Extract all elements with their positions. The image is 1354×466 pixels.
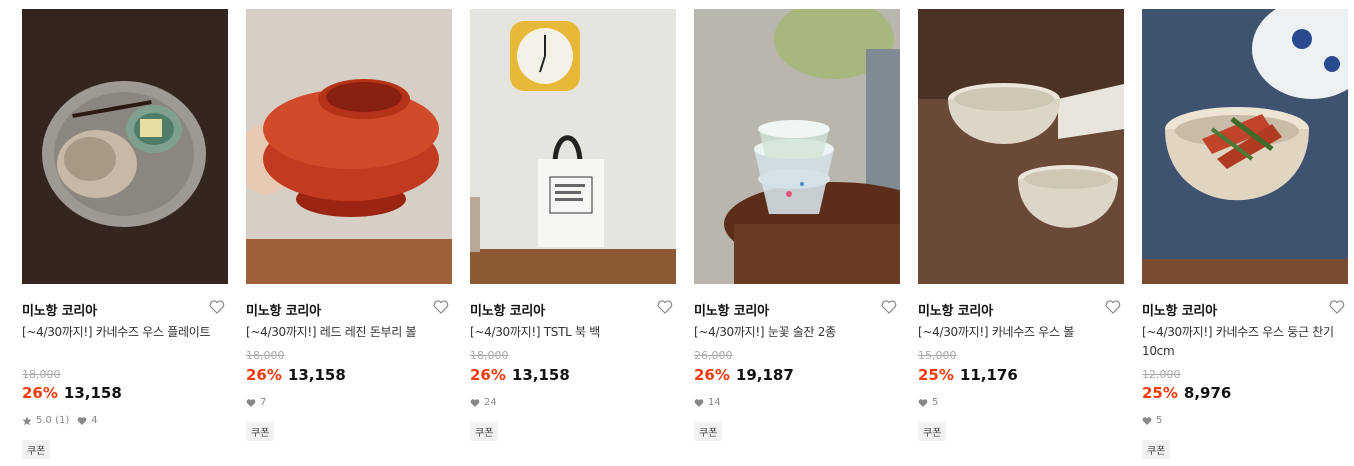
price-line: 26% 13,158: [470, 365, 570, 387]
product-card[interactable]: 미노항 코리아 [~4/30까지!] 레드 레진 돈부리 볼 18,000 26…: [246, 9, 452, 441]
sale-price: 8,976: [1183, 384, 1232, 402]
discount-rate: 26%: [470, 366, 506, 384]
like-count: 14: [708, 397, 721, 408]
heart-outline-icon[interactable]: [1328, 298, 1346, 316]
like-count: 5: [932, 397, 939, 408]
product-image[interactable]: [246, 9, 452, 284]
brand-name[interactable]: 미노항 코리아: [694, 300, 769, 319]
original-price: 26,000: [694, 349, 733, 362]
product-title[interactable]: [~4/30까지!] 카네수즈 우스 볼: [918, 323, 1124, 342]
heart-filled-icon: [1142, 416, 1152, 425]
product-title[interactable]: [~4/30까지!] 눈꽃 술잔 2종: [694, 323, 900, 342]
sale-price: 13,158: [511, 366, 570, 384]
heart-outline-icon[interactable]: [656, 298, 674, 316]
product-card[interactable]: 미노항 코리아 [~4/30까지!] 카네수즈 우스 플레이트 18,000 2…: [22, 9, 228, 459]
review-meta: 7: [246, 397, 266, 408]
like-count: 24: [484, 397, 497, 408]
heart-outline-icon[interactable]: [880, 298, 898, 316]
brand-name[interactable]: 미노항 코리아: [22, 300, 97, 319]
sale-price: 13,158: [287, 366, 346, 384]
coupon-badge: 쿠폰: [470, 422, 499, 441]
coupon-badge: 쿠폰: [694, 422, 723, 441]
review-meta: 5: [1142, 415, 1162, 426]
product-title[interactable]: [~4/30까지!] 레드 레진 돈부리 볼: [246, 323, 452, 342]
product-title[interactable]: [~4/30까지!] 카네수즈 우스 플레이트: [22, 323, 228, 342]
product-image[interactable]: [694, 9, 900, 284]
product-title[interactable]: [~4/30까지!] TSTL 북 백: [470, 323, 676, 342]
product-card[interactable]: 미노항 코리아 [~4/30까지!] 카네수즈 우스 둥근 찬기 10cm 12…: [1142, 9, 1348, 459]
product-card[interactable]: 미노항 코리아 [~4/30까지!] TSTL 북 백 18,000 26% 13…: [470, 9, 676, 441]
brand-name[interactable]: 미노항 코리아: [1142, 300, 1217, 319]
like-count: 7: [260, 397, 267, 408]
price-line: 25% 8,976: [1142, 383, 1231, 405]
heart-filled-icon: [694, 398, 704, 407]
original-price: 15,000: [918, 349, 957, 362]
product-image[interactable]: [1142, 9, 1348, 284]
product-title[interactable]: [~4/30까지!] 카네수즈 우스 둥근 찬기 10cm: [1142, 323, 1348, 361]
heart-filled-icon: [470, 398, 480, 407]
discount-rate: 25%: [918, 366, 954, 384]
price-line: 26% 19,187: [694, 365, 794, 387]
sale-price: 19,187: [735, 366, 794, 384]
coupon-badge: 쿠폰: [1142, 440, 1171, 459]
heart-filled-icon: [918, 398, 928, 407]
brand-name[interactable]: 미노항 코리아: [918, 300, 993, 319]
review-meta: 14: [694, 397, 721, 408]
discount-rate: 26%: [246, 366, 282, 384]
review-meta: 5: [918, 397, 938, 408]
brand-name[interactable]: 미노항 코리아: [470, 300, 545, 319]
product-image[interactable]: [22, 9, 228, 284]
original-price: 12,000: [1142, 368, 1181, 381]
sale-price: 11,176: [959, 366, 1018, 384]
like-count: 5: [1156, 415, 1163, 426]
price-line: 26% 13,158: [246, 365, 346, 387]
heart-outline-icon[interactable]: [208, 298, 226, 316]
rating-text: 5.0 (1): [36, 415, 70, 426]
heart-outline-icon[interactable]: [432, 298, 450, 316]
original-price: 18,000: [246, 349, 285, 362]
discount-rate: 25%: [1142, 384, 1178, 402]
original-price: 18,000: [22, 368, 61, 381]
brand-name[interactable]: 미노항 코리아: [246, 300, 321, 319]
coupon-badge: 쿠폰: [22, 440, 51, 459]
heart-filled-icon: [246, 398, 256, 407]
review-meta: 24: [470, 397, 497, 408]
coupon-badge: 쿠폰: [246, 422, 275, 441]
review-meta: 5.0 (1) 4: [22, 415, 98, 426]
price-line: 26% 13,158: [22, 383, 122, 405]
sale-price: 13,158: [63, 384, 122, 402]
heart-outline-icon[interactable]: [1104, 298, 1122, 316]
discount-rate: 26%: [694, 366, 730, 384]
original-price: 18,000: [470, 349, 509, 362]
discount-rate: 26%: [22, 384, 58, 402]
product-card[interactable]: 미노항 코리아 [~4/30까지!] 카네수즈 우스 볼 15,000 25% 1…: [918, 9, 1124, 441]
product-card[interactable]: 미노항 코리아 [~4/30까지!] 눈꽃 술잔 2종 26,000 26% 19…: [694, 9, 900, 441]
product-image[interactable]: [470, 9, 676, 284]
heart-filled-icon: [77, 416, 87, 425]
star-icon: [22, 416, 32, 425]
coupon-badge: 쿠폰: [918, 422, 947, 441]
price-line: 25% 11,176: [918, 365, 1018, 387]
product-image[interactable]: [918, 9, 1124, 284]
like-count: 4: [91, 415, 98, 426]
